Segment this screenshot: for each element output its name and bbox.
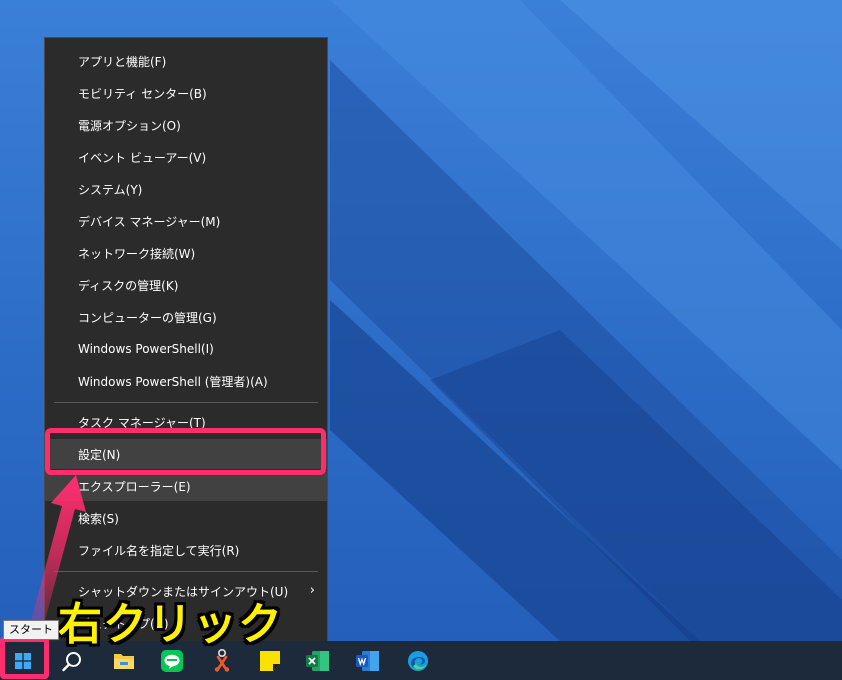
menu-item-computer-management[interactable]: コンピューターの管理(G) [45, 302, 327, 332]
menu-item-label: モビリティ センター(B) [78, 86, 207, 101]
settings-highlight-box [45, 428, 326, 475]
edge-icon [408, 650, 428, 671]
menu-item-system[interactable]: システム(Y) [45, 174, 327, 204]
menu-item-run[interactable]: ファイル名を指定して実行(R) [45, 535, 327, 565]
right-click-annotation: 右クリック [58, 599, 283, 650]
menu-item-disk-management[interactable]: ディスクの管理(K) [45, 270, 327, 300]
snipping-tool-icon [214, 648, 230, 672]
menu-item-device-manager[interactable]: デバイス マネージャー(M) [45, 206, 327, 236]
menu-item-power-options[interactable]: 電源オプション(O) [45, 110, 327, 140]
menu-item-label: システム(Y) [78, 182, 143, 197]
file-explorer-icon [114, 653, 134, 669]
chevron-right-icon: › [309, 583, 315, 598]
menu-separator [54, 571, 318, 572]
menu-item-powershell[interactable]: Windows PowerShell(I) [45, 334, 327, 364]
taskbar-word[interactable] [345, 641, 391, 680]
menu-item-network-connections[interactable]: ネットワーク接続(W) [45, 238, 327, 268]
menu-item-label: 電源オプション(O) [78, 118, 181, 133]
menu-item-label: Windows PowerShell (管理者)(A) [78, 374, 268, 389]
menu-item-label: デバイス マネージャー(M) [78, 214, 221, 229]
word-icon [356, 650, 379, 671]
excel-icon [306, 650, 329, 671]
menu-item-label: 検索(S) [78, 511, 119, 526]
menu-item-label: ファイル名を指定して実行(R) [78, 543, 240, 558]
menu-separator [54, 402, 318, 403]
sticky-notes-icon [260, 650, 280, 671]
taskbar-excel[interactable] [295, 641, 341, 680]
winx-context-menu: アプリと機能(F) モビリティ センター(B) 電源オプション(O) イベント … [44, 37, 328, 646]
menu-item-label: コンピューターの管理(G) [78, 310, 217, 325]
search-icon [62, 651, 81, 671]
menu-item-label: ディスクの管理(K) [78, 278, 179, 293]
start-tooltip: スタート [3, 620, 59, 640]
line-app-icon [161, 649, 183, 672]
start-button-highlight [0, 637, 49, 679]
menu-item-label: Windows PowerShell(I) [78, 342, 214, 356]
menu-item-event-viewer[interactable]: イベント ビューアー(V) [45, 142, 327, 172]
menu-item-file-explorer[interactable]: エクスプローラー(E) [45, 471, 327, 501]
menu-item-label: アプリと機能(F) [78, 54, 167, 69]
menu-item-label: ネットワーク接続(W) [78, 246, 196, 261]
menu-item-mobility-center[interactable]: モビリティ センター(B) [45, 78, 327, 108]
taskbar-edge[interactable] [395, 641, 441, 680]
menu-item-apps-and-features[interactable]: アプリと機能(F) [45, 46, 327, 76]
menu-item-powershell-admin[interactable]: Windows PowerShell (管理者)(A) [45, 366, 327, 396]
menu-item-label: イベント ビューアー(V) [78, 150, 207, 165]
menu-item-label: エクスプローラー(E) [78, 479, 191, 494]
menu-item-search[interactable]: 検索(S) [45, 503, 327, 533]
